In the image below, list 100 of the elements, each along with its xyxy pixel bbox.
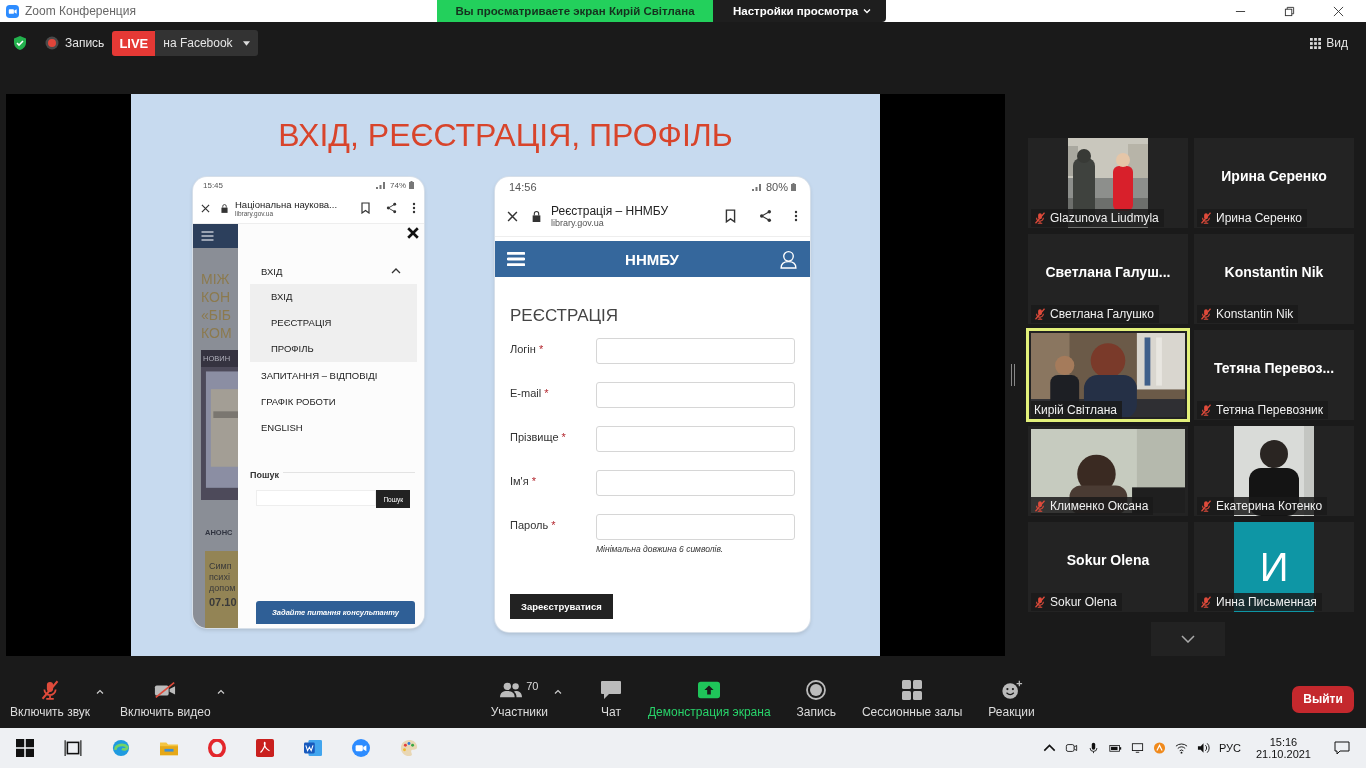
input-field[interactable] [596, 470, 795, 496]
live-badge: LIVE [112, 30, 156, 56]
site-name: ННМБУ [624, 250, 680, 268]
submenu-item[interactable]: ВХІД [271, 284, 417, 310]
search-field[interactable] [256, 490, 377, 506]
input-field[interactable] [596, 426, 795, 452]
event-text-fragment: психі [209, 572, 231, 583]
participant-name: Sokur Olena [1031, 593, 1122, 611]
participant-name: Светлана Галушко [1031, 305, 1159, 323]
headline-fragment: КОН [201, 288, 231, 306]
view-options-button[interactable]: Настройки просмотра [713, 0, 886, 22]
camera-icon[interactable] [1064, 742, 1078, 754]
input-field[interactable] [596, 338, 795, 364]
muted-microphone-icon [1200, 500, 1212, 512]
close-icon[interactable] [507, 210, 518, 222]
register-button[interactable]: Зареєструватися [510, 594, 613, 619]
notification-icon[interactable] [1334, 741, 1350, 755]
menu-item[interactable]: ENGLISH [250, 414, 415, 440]
menu-icon [201, 231, 214, 241]
signal-icon [375, 181, 387, 189]
start-video-button[interactable]: Включить видео [118, 673, 213, 725]
event-text-fragment: допом [209, 583, 237, 594]
more-icon[interactable] [794, 209, 798, 223]
slide-title: ВХІД, РЕЄСТРАЦІЯ, ПРОФІЛЬ [277, 116, 734, 155]
menu-item[interactable]: ВХІД [250, 258, 415, 284]
muted-microphone-icon [1034, 308, 1046, 320]
battery-icon[interactable] [1108, 742, 1122, 754]
participant-display-name: Sokur Olena [1066, 552, 1150, 568]
toolbar-button[interactable]: Сессионные залы [859, 673, 965, 725]
speaker-icon[interactable] [1196, 742, 1210, 754]
battery-icon [791, 182, 796, 191]
caret-up-icon[interactable] [96, 688, 105, 694]
search-label: Пошук [250, 470, 279, 480]
record-icon [805, 679, 828, 700]
wifi-icon[interactable] [1174, 742, 1188, 754]
menu-item[interactable]: ГРАФІК РОБОТИ [250, 388, 415, 414]
participant-display-name: Тетяна Перевоз... [1213, 360, 1335, 376]
monitor-icon[interactable] [1130, 742, 1144, 754]
share-icon[interactable] [386, 202, 397, 214]
task-view-icon[interactable] [64, 739, 82, 757]
more-icon[interactable] [412, 202, 416, 214]
toolbar-button[interactable]: Демонстрация экрана [645, 673, 773, 725]
language-indicator[interactable]: РУС [1218, 742, 1241, 754]
shield-icon[interactable] [12, 35, 28, 51]
submenu-item[interactable]: РЕЄСТРАЦІЯ [271, 310, 417, 336]
record-icon [45, 36, 59, 50]
battery-level: 80% [765, 180, 788, 193]
microphone-icon[interactable] [1086, 742, 1100, 754]
stream-target-button[interactable]: на Facebook [155, 30, 258, 56]
pdf-icon[interactable] [256, 739, 274, 757]
headline-fragment: «БІБ [201, 306, 233, 324]
restore-icon[interactable] [1284, 5, 1295, 17]
menu-item[interactable]: ЗАПИТАННЯ – ВІДПОВІДІ [250, 362, 415, 388]
bookmark-icon[interactable] [724, 209, 737, 223]
clock-time[interactable]: 15:16 [1269, 736, 1298, 748]
close-icon[interactable] [1333, 5, 1344, 17]
caret-up-icon[interactable] [553, 688, 562, 694]
leave-button[interactable]: Выйти [1292, 685, 1354, 713]
muted-microphone-icon [1034, 500, 1046, 512]
clock-date[interactable]: 21.10.2021 [1255, 748, 1311, 760]
close-icon[interactable] [407, 227, 419, 239]
user-icon[interactable] [779, 249, 798, 269]
document-icon[interactable] [304, 739, 322, 757]
bookmark-icon[interactable] [360, 202, 371, 214]
submenu-item[interactable]: ПРОФІЛЬ [271, 336, 417, 362]
caret-icon [863, 8, 872, 14]
palette-icon[interactable] [400, 739, 418, 757]
video-camera-icon[interactable] [352, 739, 370, 757]
screen-share-banner: Вы просматриваете экран Кирій Світлана [437, 0, 713, 22]
chevron-up-icon[interactable] [391, 268, 401, 274]
headline-fragment: КОМ [201, 324, 233, 342]
windows-start-icon[interactable] [16, 739, 34, 757]
caret-up-icon[interactable] [216, 688, 225, 694]
participant-display-name: Светлана Галуш... [1045, 264, 1171, 280]
resize-handle[interactable] [1010, 364, 1016, 386]
unmute-button[interactable]: Включить звук [8, 673, 93, 725]
input-field[interactable] [596, 514, 795, 540]
page-url: library.gov.ua [551, 218, 605, 228]
caret-up-icon[interactable] [1042, 742, 1056, 754]
view-button[interactable]: Вид [1304, 35, 1354, 51]
participant-display-name: Konstantin Nik [1224, 264, 1324, 280]
muted-microphone-icon [1200, 212, 1212, 224]
toolbar-button[interactable]: Запись [794, 673, 838, 725]
input-field[interactable] [596, 382, 795, 408]
close-icon[interactable] [201, 203, 210, 213]
toolbar-button[interactable]: Чат [597, 673, 624, 725]
field-label: Ім'я * [510, 474, 538, 487]
share-icon[interactable] [759, 209, 772, 223]
lock-icon [532, 210, 541, 222]
circle-o-icon[interactable] [208, 739, 226, 757]
signal-icon [750, 182, 763, 191]
toolbar-button[interactable]: Реакции [986, 673, 1037, 725]
video-off-icon [154, 679, 177, 700]
camera-logo-icon [6, 4, 19, 18]
toolbar-button[interactable]: 70 Участники [488, 673, 550, 725]
field-hint: Мінімальна довжина 6 символів. [596, 544, 725, 554]
chevron-down-icon [1181, 635, 1195, 643]
browser-icon[interactable] [112, 739, 130, 757]
menu-icon[interactable] [507, 251, 525, 267]
participant-name: Инна Письменная [1197, 593, 1322, 611]
